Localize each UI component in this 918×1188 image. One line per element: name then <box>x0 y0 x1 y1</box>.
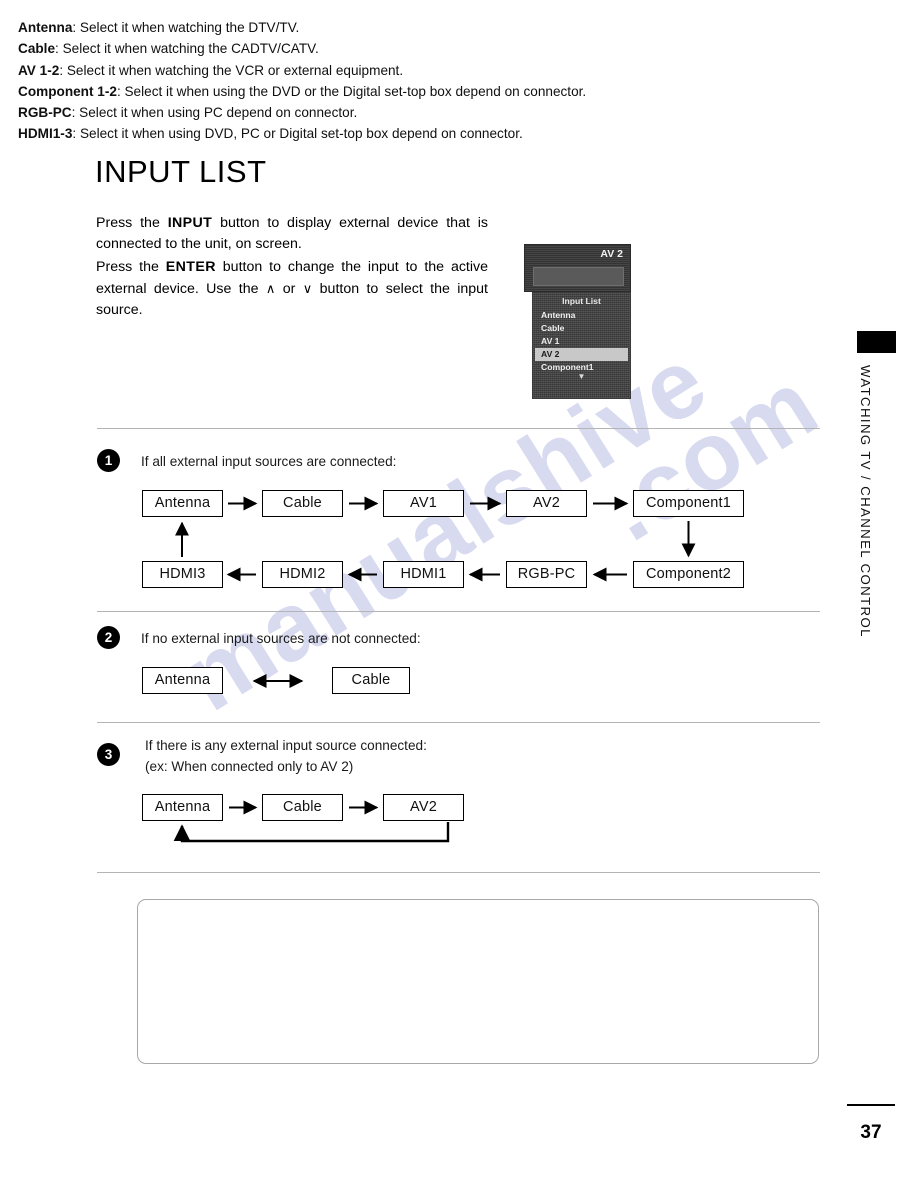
flow-box-hdmi3-s1: HDMI3 <box>142 561 223 588</box>
tv-menu-item-av2-selected[interactable]: AV 2 <box>535 348 628 361</box>
intro-input-keyword: INPUT <box>167 215 213 232</box>
intro-paragraph-2: Press the ENTER button to change the inp… <box>96 257 488 321</box>
intro-paragraph-1: Press the INPUT button to display extern… <box>96 213 488 255</box>
caret-down-icon: ∨ <box>302 281 313 297</box>
legend-desc-av: : Select it when watching the VCR or ext… <box>59 62 404 78</box>
legend-item-antenna: Antenna: Select it when watching the DTV… <box>18 17 668 38</box>
legend-item-component: Component 1-2: Select it when using the … <box>18 81 668 102</box>
flow-box-av1-s1: AV1 <box>383 490 464 517</box>
legend-desc-rgbpc: : Select it when using PC depend on conn… <box>71 105 358 121</box>
side-tab-label: WATCHING TV / CHANNEL CONTROL <box>858 365 873 638</box>
side-tab-marker <box>857 331 896 353</box>
tv-input-list-menu: Input List Antenna Cable AV 1 AV 2 Compo… <box>532 292 631 399</box>
legend-term-hdmi: HDMI1-3 <box>18 126 73 142</box>
legend-item-av: AV 1-2: Select it when watching the VCR … <box>18 60 668 81</box>
manual-page: INPUT LIST Press the INPUT button to dis… <box>0 0 918 1188</box>
legend-term-component: Component 1-2 <box>18 83 117 99</box>
section-divider-4 <box>97 872 820 873</box>
intro-text-2a: Press the <box>96 259 166 276</box>
tv-screen-figure: AV 2 Input List Antenna Cable AV 1 AV 2 … <box>524 244 631 399</box>
page-number-rule <box>847 1104 895 1106</box>
flow-box-hdmi2-s1: HDMI2 <box>262 561 343 588</box>
tv-current-input-label: AV 2 <box>600 248 623 260</box>
tv-screen-background: AV 2 <box>524 244 631 292</box>
legend-item-hdmi: HDMI1-3: Select it when using DVD, PC or… <box>18 123 668 144</box>
flow-box-cable-s2: Cable <box>332 667 410 694</box>
step-number-3: 3 <box>97 743 120 766</box>
legend-desc-hdmi: : Select it when using DVD, PC or Digita… <box>72 126 523 142</box>
flow-box-antenna-s3: Antenna <box>142 794 223 821</box>
legend-desc-antenna: : Select it when watching the DTV/TV. <box>72 20 300 35</box>
flow-box-antenna-s1: Antenna <box>142 490 223 517</box>
tv-screen-band <box>533 267 624 286</box>
step-caption-2: If no external input sources are not con… <box>141 631 421 646</box>
legend-term-antenna: Antenna <box>18 20 73 35</box>
intro-enter-keyword: ENTER <box>165 259 216 276</box>
step-number-1: 1 <box>97 449 120 472</box>
flow-box-hdmi1-s1: HDMI1 <box>383 561 464 588</box>
flow-box-cable-s1: Cable <box>262 490 343 517</box>
legend-item-cable: Cable: Select it when watching the CADTV… <box>18 38 668 59</box>
legend-term-rgbpc: RGB-PC <box>18 105 72 121</box>
flow-box-component1-s1: Component1 <box>633 490 744 517</box>
legend-term-cable: Cable <box>18 41 56 57</box>
flow-box-av2-s1: AV2 <box>506 490 587 517</box>
legend-item-rgbpc: RGB-PC: Select it when using PC depend o… <box>18 102 668 123</box>
legend-term-av: AV 1-2 <box>18 62 60 78</box>
legend-desc-component: : Select it when using the DVD or the Di… <box>116 83 587 99</box>
section-divider-2 <box>97 611 820 612</box>
tv-menu-item-av1[interactable]: AV 1 <box>533 335 630 348</box>
tv-menu-item-cable[interactable]: Cable <box>533 322 630 335</box>
legend-desc-cable: : Select it when watching the CADTV/CATV… <box>55 41 319 57</box>
legend-box <box>137 899 819 1064</box>
page-title: INPUT LIST <box>95 153 267 189</box>
legend-list: Antenna: Select it when watching the DTV… <box>18 17 668 145</box>
step-caption-1: If all external input sources are connec… <box>141 454 397 469</box>
chevron-down-icon: ▼ <box>577 372 586 381</box>
caret-up-icon: ∧ <box>265 281 276 297</box>
step-number-2: 2 <box>97 626 120 649</box>
flow-box-av2-s3: AV2 <box>383 794 464 821</box>
flow-box-antenna-s2: Antenna <box>142 667 223 694</box>
intro-text-1a: Press the <box>96 215 168 232</box>
step-caption-3: If there is any external input source co… <box>145 738 427 753</box>
flow-box-rgbpc-s1: RGB-PC <box>506 561 587 588</box>
flow-box-component2-s1: Component2 <box>633 561 744 588</box>
flow-box-cable-s3: Cable <box>262 794 343 821</box>
section-divider-1 <box>97 428 820 429</box>
step-caption-3-example: (ex: When connected only to AV 2) <box>145 759 354 774</box>
page-number: 37 <box>860 1122 882 1143</box>
section-divider-3 <box>97 722 820 723</box>
tv-menu-item-antenna[interactable]: Antenna <box>533 309 630 322</box>
tv-menu-title: Input List <box>562 296 601 306</box>
intro-text-or: or <box>275 281 303 298</box>
